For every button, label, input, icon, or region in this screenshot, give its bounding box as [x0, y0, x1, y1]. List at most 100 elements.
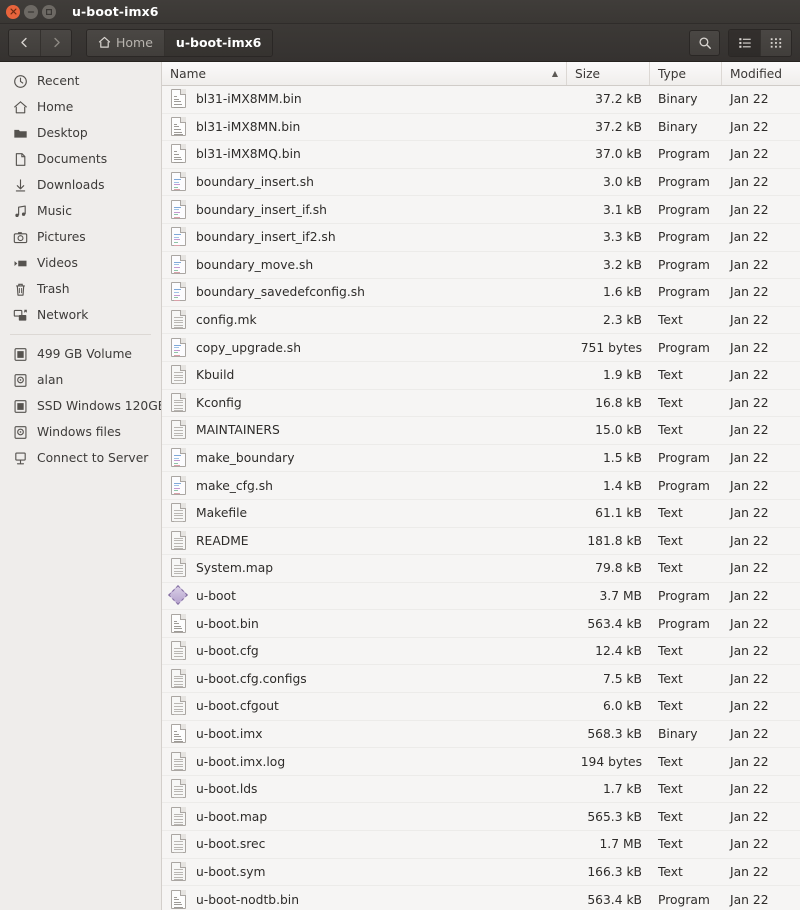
- table-row[interactable]: u-boot.lds 1.7 kB Text Jan 22: [162, 776, 800, 804]
- table-row[interactable]: System.map 79.8 kB Text Jan 22: [162, 555, 800, 583]
- table-row[interactable]: u-boot.cfg 12.4 kB Text Jan 22: [162, 638, 800, 666]
- table-row[interactable]: make_boundary 1.5 kB Program Jan 22: [162, 445, 800, 473]
- sidebar-item-documents[interactable]: Documents: [0, 146, 161, 172]
- file-size-label: 181.8 kB: [587, 533, 642, 548]
- table-row[interactable]: u-boot.cfg.configs 7.5 kB Text Jan 22: [162, 665, 800, 694]
- file-name-label: make_cfg.sh: [196, 478, 273, 493]
- sidebar-item-499gb-volume[interactable]: 499 GB Volume: [0, 341, 161, 367]
- list-view-button[interactable]: [729, 29, 760, 56]
- table-row[interactable]: config.mk 2.3 kB Text Jan 22: [162, 307, 800, 335]
- sidebar-item-network[interactable]: Network: [0, 302, 161, 328]
- file-name-cell: u-boot.sym: [162, 859, 567, 886]
- table-row[interactable]: u-boot.srec 1.7 MB Text Jan 22: [162, 831, 800, 859]
- file-modified-label: Jan 22: [730, 202, 769, 217]
- table-row[interactable]: u-boot.bin 563.4 kB Program Jan 22: [162, 610, 800, 638]
- search-button[interactable]: [689, 29, 720, 56]
- file-name-label: u-boot.sym: [196, 864, 266, 879]
- breadcrumb-item-home[interactable]: Home: [87, 29, 164, 56]
- file-size-label: 3.2 kB: [602, 257, 642, 272]
- file-modified-label: Jan 22: [730, 285, 769, 300]
- script-file-icon: [170, 281, 188, 303]
- toolbar-right-group: [689, 28, 792, 57]
- table-row[interactable]: u-boot.sym 166.3 kB Text Jan 22: [162, 859, 800, 887]
- file-name-cell: boundary_savedefconfig.sh: [162, 279, 567, 306]
- file-name-cell: boundary_insert_if.sh: [162, 196, 567, 223]
- file-modified-label: Jan 22: [730, 478, 769, 493]
- table-row[interactable]: boundary_insert_if2.sh 3.3 kB Program Jan 2…: [162, 224, 800, 252]
- text-file-icon: [170, 419, 188, 441]
- file-name-label: u-boot.cfg: [196, 644, 259, 659]
- table-row[interactable]: Makefile 61.1 kB Text Jan 22: [162, 500, 800, 528]
- file-modified-label: Jan 22: [730, 782, 769, 797]
- sidebar-item-recent[interactable]: Recent: [0, 68, 161, 94]
- sidebar-item-music[interactable]: Music: [0, 198, 161, 224]
- table-row[interactable]: MAINTAINERS 15.0 kB Text Jan 22: [162, 417, 800, 445]
- back-button[interactable]: [9, 29, 40, 56]
- breadcrumb-item-current[interactable]: u-boot-imx6: [163, 29, 273, 56]
- table-row[interactable]: u-boot.cfgout 6.0 kB Text Jan 22: [162, 693, 800, 721]
- file-name-label: System.map: [196, 561, 274, 576]
- table-row[interactable]: bl31-iMX8MM.bin 37.2 kB Binary Jan 22: [162, 86, 800, 114]
- column-header-name[interactable]: Name ▲: [162, 62, 567, 85]
- table-row[interactable]: boundary_insert_if.sh 3.1 kB Program Jan 22: [162, 196, 800, 224]
- table-row[interactable]: boundary_insert.sh 3.0 kB Program Jan 22: [162, 169, 800, 197]
- table-row[interactable]: Kconfig 16.8 kB Text Jan 22: [162, 390, 800, 418]
- file-type-label: Binary: [658, 119, 698, 134]
- sidebar-item-connect-to-server[interactable]: Connect to Server: [0, 445, 161, 471]
- forward-button[interactable]: [40, 29, 71, 56]
- file-modified-label: Jan 22: [730, 533, 769, 548]
- sidebar-item-windows-files[interactable]: Windows files: [0, 419, 161, 445]
- file-name-label: boundary_insert_if2.sh: [196, 230, 336, 245]
- camera-icon: [12, 229, 28, 245]
- text-file-icon: [170, 392, 188, 414]
- sidebar-item-home[interactable]: Home: [0, 94, 161, 120]
- column-header-modified[interactable]: Modified: [722, 62, 800, 85]
- file-type-label: Program: [658, 202, 710, 217]
- file-modified-label: Jan 22: [730, 699, 769, 714]
- table-row[interactable]: make_cfg.sh 1.4 kB Program Jan 22: [162, 472, 800, 500]
- table-row[interactable]: boundary_savedefconfig.sh 1.6 kB Program Ja…: [162, 279, 800, 307]
- file-size-label: 166.3 kB: [587, 864, 642, 879]
- grid-view-button[interactable]: [760, 29, 791, 56]
- table-row[interactable]: Kbuild 1.9 kB Text Jan 22: [162, 362, 800, 390]
- home-icon: [12, 99, 28, 115]
- file-type-label: Program: [658, 147, 710, 162]
- sidebar-item-pictures[interactable]: Pictures: [0, 224, 161, 250]
- file-modified-label: Jan 22: [730, 147, 769, 162]
- sidebar-item-ssd-windows[interactable]: SSD Windows 120GB: [0, 393, 161, 419]
- table-row[interactable]: copy_upgrade.sh 751 bytes Program Jan 22: [162, 334, 800, 362]
- sidebar-item-desktop[interactable]: Desktop: [0, 120, 161, 146]
- file-name-label: u-boot.cfgout: [196, 699, 279, 714]
- file-name-cell: bl31-iMX8MN.bin: [162, 114, 567, 141]
- close-button[interactable]: [6, 4, 20, 19]
- column-header-label: Type: [658, 66, 686, 81]
- file-name-cell: boundary_insert.sh: [162, 169, 567, 196]
- clock-icon: [12, 73, 28, 89]
- table-row[interactable]: u-boot.imx 568.3 kB Binary Jan 22: [162, 721, 800, 749]
- table-row[interactable]: u-boot.imx.log 194 bytes Text Jan 22: [162, 748, 800, 776]
- file-size-label: 2.3 kB: [602, 313, 642, 328]
- table-row[interactable]: u-boot 3.7 MB Program Jan 22: [162, 583, 800, 611]
- table-row[interactable]: bl31-iMX8MN.bin 37.2 kB Binary Jan 22: [162, 114, 800, 142]
- file-modified-label: Jan 22: [730, 616, 769, 631]
- sidebar-item-downloads[interactable]: Downloads: [0, 172, 161, 198]
- table-row[interactable]: boundary_move.sh 3.2 kB Program Jan 22: [162, 252, 800, 280]
- column-header-type[interactable]: Type: [650, 62, 722, 85]
- text-file-icon: [170, 364, 188, 386]
- table-row[interactable]: u-boot-nodtb.bin 563.4 kB Program Jan 22: [162, 886, 800, 910]
- maximize-button[interactable]: [42, 4, 56, 19]
- sidebar-item-trash[interactable]: Trash: [0, 276, 161, 302]
- file-size-label: 568.3 kB: [587, 726, 642, 741]
- table-row[interactable]: README 181.8 kB Text Jan 22: [162, 528, 800, 556]
- table-row[interactable]: bl31-iMX8MQ.bin 37.0 kB Program Jan 22: [162, 141, 800, 169]
- table-row[interactable]: u-boot.map 565.3 kB Text Jan 22: [162, 803, 800, 832]
- sidebar-item-label: Downloads: [37, 178, 105, 192]
- sidebar-item-videos[interactable]: Videos: [0, 250, 161, 276]
- file-type-label: Program: [658, 230, 710, 245]
- sidebar-item-alan[interactable]: alan: [0, 367, 161, 393]
- minimize-button[interactable]: [24, 4, 38, 19]
- chevron-right-icon: [53, 37, 60, 48]
- column-header-size[interactable]: Size: [567, 62, 650, 85]
- file-modified-label: Jan 22: [730, 864, 769, 879]
- network-icon: [12, 307, 28, 323]
